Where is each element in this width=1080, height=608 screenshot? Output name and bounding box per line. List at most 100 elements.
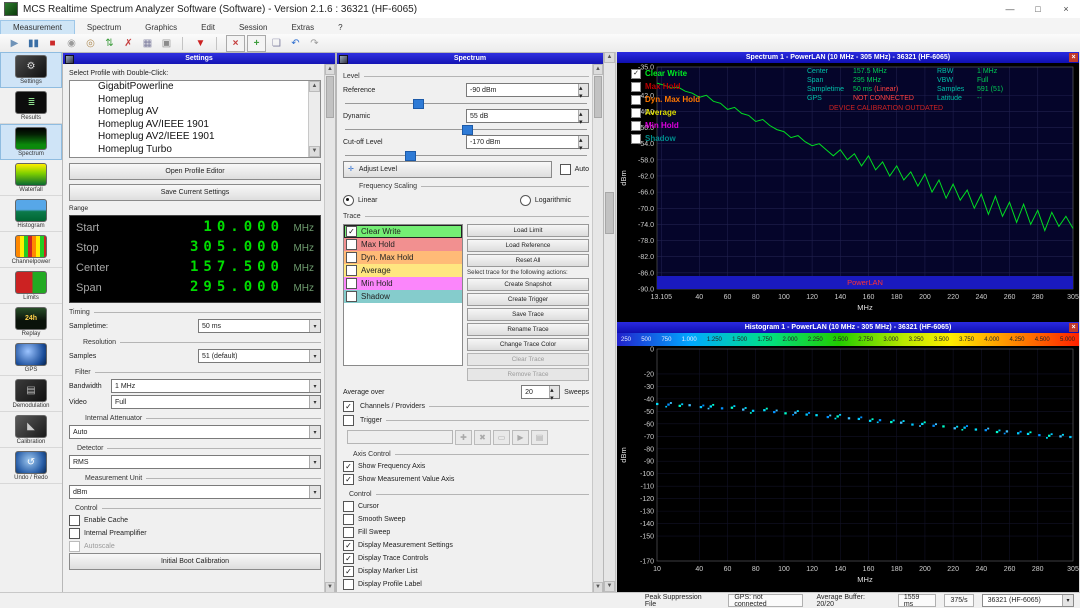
trace-row-max-hold[interactable]: Max Hold [344,238,462,251]
internal-preamplifier-checkbox[interactable]: Internal Preamplifier [69,527,321,540]
settings-panel-titlebar[interactable]: Settings [63,53,335,64]
trace-checkbox[interactable] [346,252,357,263]
rms-select[interactable]: RMS▾ [69,455,321,469]
scroll-up-icon[interactable]: ▲ [309,81,320,92]
sidebar-item-histogram[interactable]: Histogram [0,196,62,232]
display-marker-list-checkbox[interactable]: ✓Display Marker List [343,565,589,578]
minimize-button[interactable]: — [996,1,1024,18]
scroll-up-icon[interactable]: ▲ [604,52,615,63]
legend-checkbox[interactable] [631,108,641,118]
spin-arrows[interactable]: ▴▾ [578,136,588,148]
save-trigger-icon[interactable]: ▤ [531,430,548,445]
scroll-thumb[interactable] [326,76,334,118]
create-trigger-button[interactable]: Create Trigger [467,293,589,306]
remove-view-icon[interactable]: × [226,35,245,52]
close-chart-icon[interactable]: × [1069,53,1078,62]
cut-off-level-spinbox[interactable]: -170 dBm▴▾ [466,135,589,149]
trace-checkbox[interactable] [346,291,357,302]
histogram-chart-titlebar[interactable]: Histogram 1 - PowerLAN (10 MHz - 305 MHz… [617,322,1079,333]
slider-thumb[interactable] [405,151,416,161]
trace-row-dyn-max-hold[interactable]: Dyn. Max Hold [344,251,462,264]
sidebar-item-calibration[interactable]: ◣Calibration [0,412,62,448]
record-icon[interactable]: ■ [44,36,61,51]
video-select[interactable]: Full▾ [111,395,321,409]
scroll-thumb[interactable] [605,192,614,234]
clear-trace-button[interactable]: Clear Trace [467,353,589,366]
scroll-up-icon[interactable]: ▲ [325,64,335,75]
load-limit-button[interactable]: Load Limit [467,224,589,237]
start-trigger-icon[interactable]: ▶ [512,430,529,445]
legend-checkbox[interactable] [631,134,641,144]
trace-row-shadow[interactable]: Shadow [344,290,462,303]
trigger-checkbox[interactable]: Trigger [343,414,589,427]
close-chart-icon[interactable]: × [1069,323,1078,332]
display-trace-controls-checkbox[interactable]: ✓Display Trace Controls [343,552,589,565]
profile-list[interactable]: GigabitPowerlineHomeplugHomeplug AVHomep… [69,80,321,158]
legend-item-shadow[interactable]: Shadow [631,132,700,145]
reference-slider[interactable] [343,98,589,108]
marker-icon[interactable]: ▼ [192,36,209,51]
trigger-select[interactable] [347,430,453,444]
slider-thumb[interactable] [462,125,473,135]
dynamic-spinbox[interactable]: 55 dB▴▾ [466,109,589,123]
snapshot-icon[interactable]: ▣ [158,36,175,51]
spin-up-icon[interactable]: ▴ [579,136,588,144]
sidebar-item-gps[interactable]: GPS [0,340,62,376]
trace-checkbox[interactable] [346,265,357,276]
spin-down-icon[interactable]: ▾ [550,394,559,402]
redo-icon[interactable]: ↷ [306,36,323,51]
create-snapshot-button[interactable]: Create Snapshot [467,278,589,291]
legend-checkbox[interactable] [631,82,641,92]
scroll-down-icon[interactable]: ▼ [604,581,615,592]
close-button[interactable]: × [1052,1,1080,18]
menu-item-extras[interactable]: Extras [279,21,326,34]
legend-checkbox[interactable] [631,121,641,131]
clear-icon[interactable]: ✗ [120,36,137,51]
scatter-plot[interactable]: 0-20-30-40-50-60-70-80-90-100-110-120-13… [617,346,1079,592]
enable-cache-checkbox[interactable]: Enable Cache [69,514,321,527]
list-scrollbar[interactable]: ▲▼ [308,81,320,157]
trace-checkbox[interactable] [346,239,357,250]
peak-suppression-label[interactable]: Peak Suppression File [635,594,724,608]
profile-item-homeplug-av2-ieee-1901[interactable]: Homeplug AV2/IEEE 1901 [98,131,309,144]
smooth-sweep-checkbox[interactable]: Smooth Sweep [343,513,589,526]
add-trigger-icon[interactable]: ✚ [455,430,472,445]
trace-checkbox[interactable]: ✓ [346,226,357,237]
spin-arrows[interactable]: ▴▾ [578,110,588,122]
reset-all-button[interactable]: Reset All [467,254,589,267]
settings-scrollbar[interactable]: ▲ ▼ [324,64,335,593]
auto-select[interactable]: Auto▾ [69,425,321,439]
fill-sweep-checkbox[interactable]: Fill Sweep [343,526,589,539]
load-reference-button[interactable]: Load Reference [467,239,589,252]
samples-select[interactable]: 51 (default)▾ [198,349,321,363]
legend-item-clear-write[interactable]: ✓Clear Write [631,67,700,80]
save-trace-button[interactable]: Save Trace [467,308,589,321]
adjust-level-button[interactable]: ✛Adjust Level [343,161,552,178]
sidebar-item-waterfall[interactable]: Waterfall [0,160,62,196]
trace-checkbox[interactable] [346,278,357,289]
sidebar-item-spectrum[interactable]: Spectrum [0,124,62,160]
dynamic-slider[interactable] [343,124,589,134]
pause-icon[interactable]: ▮▮ [25,36,42,51]
sidebar-item-undo-redo[interactable]: ↺Undo / Redo [0,448,62,484]
legend-checkbox[interactable]: ✓ [631,69,641,79]
profile-item-homeplug[interactable]: Homeplug [98,94,309,107]
change-trace-color-button[interactable]: Change Trace Color [467,338,589,351]
play-icon[interactable]: ▶ [6,36,23,51]
spin-arrows[interactable]: ▴▾ [549,386,559,398]
spin-up-icon[interactable]: ▴ [579,110,588,118]
charts-scrollbar[interactable]: ▲ ▼ [604,52,616,592]
view-3d-icon[interactable]: ▦ [139,36,156,51]
device-select[interactable]: 36321 (HF-6065) ▾ [982,594,1074,607]
display-profile-label-checkbox[interactable]: Display Profile Label [343,578,589,591]
auto-checkbox[interactable]: Auto [560,163,589,176]
sidebar-item-replay[interactable]: 24hReplay [0,304,62,340]
add-view-icon[interactable]: + [247,35,266,52]
undo-icon[interactable]: ↶ [287,36,304,51]
legend-item-dyn-max-hold[interactable]: Dyn. Max Hold [631,93,700,106]
stop-trigger-icon[interactable]: ▭ [493,430,510,445]
menu-item-spectrum[interactable]: Spectrum [75,21,133,34]
menu-item-measurement[interactable]: Measurement [0,20,75,34]
sidebar-item-channelpower[interactable]: Channelpower [0,232,62,268]
legend-item-min-hold[interactable]: Min Hold [631,119,700,132]
